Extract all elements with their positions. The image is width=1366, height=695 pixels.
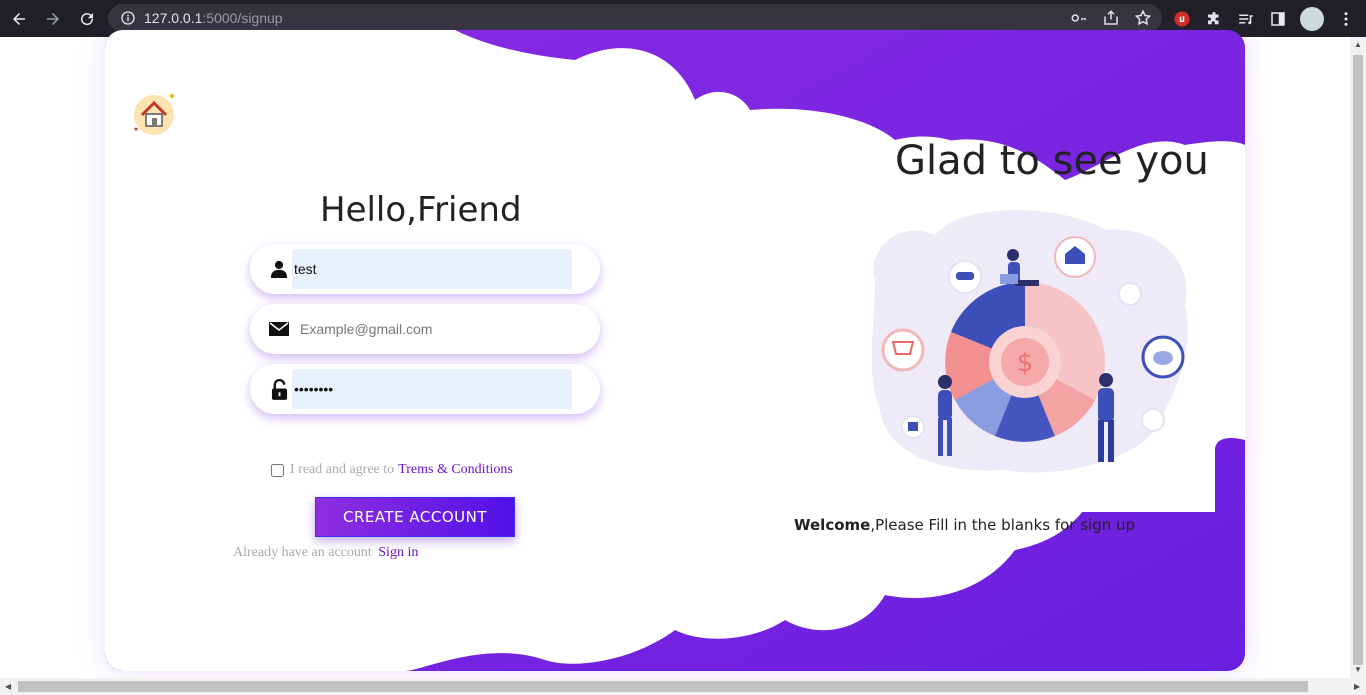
menu-icon[interactable] bbox=[1336, 9, 1356, 29]
terms-row: I read and agree to Trems & Conditions bbox=[271, 462, 513, 478]
create-account-button[interactable]: CREATE ACCOUNT bbox=[315, 497, 515, 537]
form-title: Hello,Friend bbox=[320, 190, 522, 230]
email-input[interactable] bbox=[300, 309, 580, 349]
mail-icon bbox=[269, 319, 289, 339]
extension-icon[interactable] bbox=[1172, 9, 1192, 29]
address-bar[interactable]: 127.0.0.1:5000/signup bbox=[108, 4, 1162, 32]
password-field-wrapper bbox=[250, 364, 600, 414]
horizontal-scrollbar[interactable]: ◀ ▶ bbox=[0, 678, 1366, 695]
share-icon[interactable] bbox=[1102, 9, 1120, 27]
forward-button[interactable] bbox=[38, 4, 68, 34]
vertical-scroll-thumb[interactable] bbox=[1353, 55, 1363, 665]
scroll-left-icon[interactable]: ◀ bbox=[5, 682, 11, 691]
username-field-wrapper bbox=[250, 244, 600, 294]
user-icon bbox=[269, 259, 289, 279]
forward-icon bbox=[47, 12, 59, 25]
star-icon[interactable] bbox=[1134, 9, 1152, 27]
lock-icon bbox=[269, 378, 289, 400]
signin-row: Already have an account Sign in bbox=[233, 545, 418, 561]
signup-card: Hello,Friend I read and agree to Trems &… bbox=[105, 30, 1245, 671]
sidepanel-icon[interactable] bbox=[1268, 9, 1288, 29]
scroll-down-icon[interactable]: ▼ bbox=[1354, 665, 1362, 674]
url-host: 127.0.0.1 bbox=[144, 10, 203, 26]
right-headline: Glad to see you bbox=[895, 138, 1209, 184]
profile-avatar[interactable] bbox=[1300, 7, 1324, 31]
username-input[interactable] bbox=[292, 249, 572, 289]
scroll-right-icon[interactable]: ▶ bbox=[1354, 682, 1360, 691]
puzzle-icon[interactable] bbox=[1204, 9, 1224, 29]
vertical-scrollbar[interactable]: ▲ ▼ bbox=[1350, 37, 1366, 678]
welcome-bold: Welcome bbox=[794, 516, 871, 534]
welcome-rest: ,Please Fill in the blanks for sign up bbox=[870, 516, 1136, 534]
scroll-up-icon[interactable]: ▲ bbox=[1354, 40, 1362, 49]
reload-icon bbox=[81, 12, 94, 25]
back-icon bbox=[13, 12, 25, 25]
horizontal-scroll-thumb[interactable] bbox=[18, 681, 1308, 692]
signin-link[interactable]: Sign in bbox=[378, 545, 418, 560]
media-icon[interactable] bbox=[1236, 9, 1256, 29]
terms-prefix: I read and agree to bbox=[290, 462, 395, 477]
finance-illustration: $ bbox=[881, 236, 1185, 462]
info-icon[interactable] bbox=[120, 10, 136, 26]
password-input[interactable] bbox=[292, 369, 572, 409]
reload-button[interactable] bbox=[72, 4, 102, 34]
terms-checkbox[interactable] bbox=[271, 463, 284, 477]
welcome-text: Welcome,Please Fill in the blanks for si… bbox=[794, 516, 1135, 534]
svg-text:$: $ bbox=[1017, 348, 1034, 378]
key-icon[interactable] bbox=[1070, 9, 1088, 27]
terms-link[interactable]: Trems & Conditions bbox=[398, 462, 513, 478]
url-path: :5000/signup bbox=[202, 10, 283, 26]
signin-prefix: Already have an account bbox=[233, 545, 372, 560]
email-field-wrapper bbox=[250, 304, 600, 354]
home-icon[interactable] bbox=[131, 91, 177, 137]
back-button[interactable] bbox=[4, 4, 34, 34]
